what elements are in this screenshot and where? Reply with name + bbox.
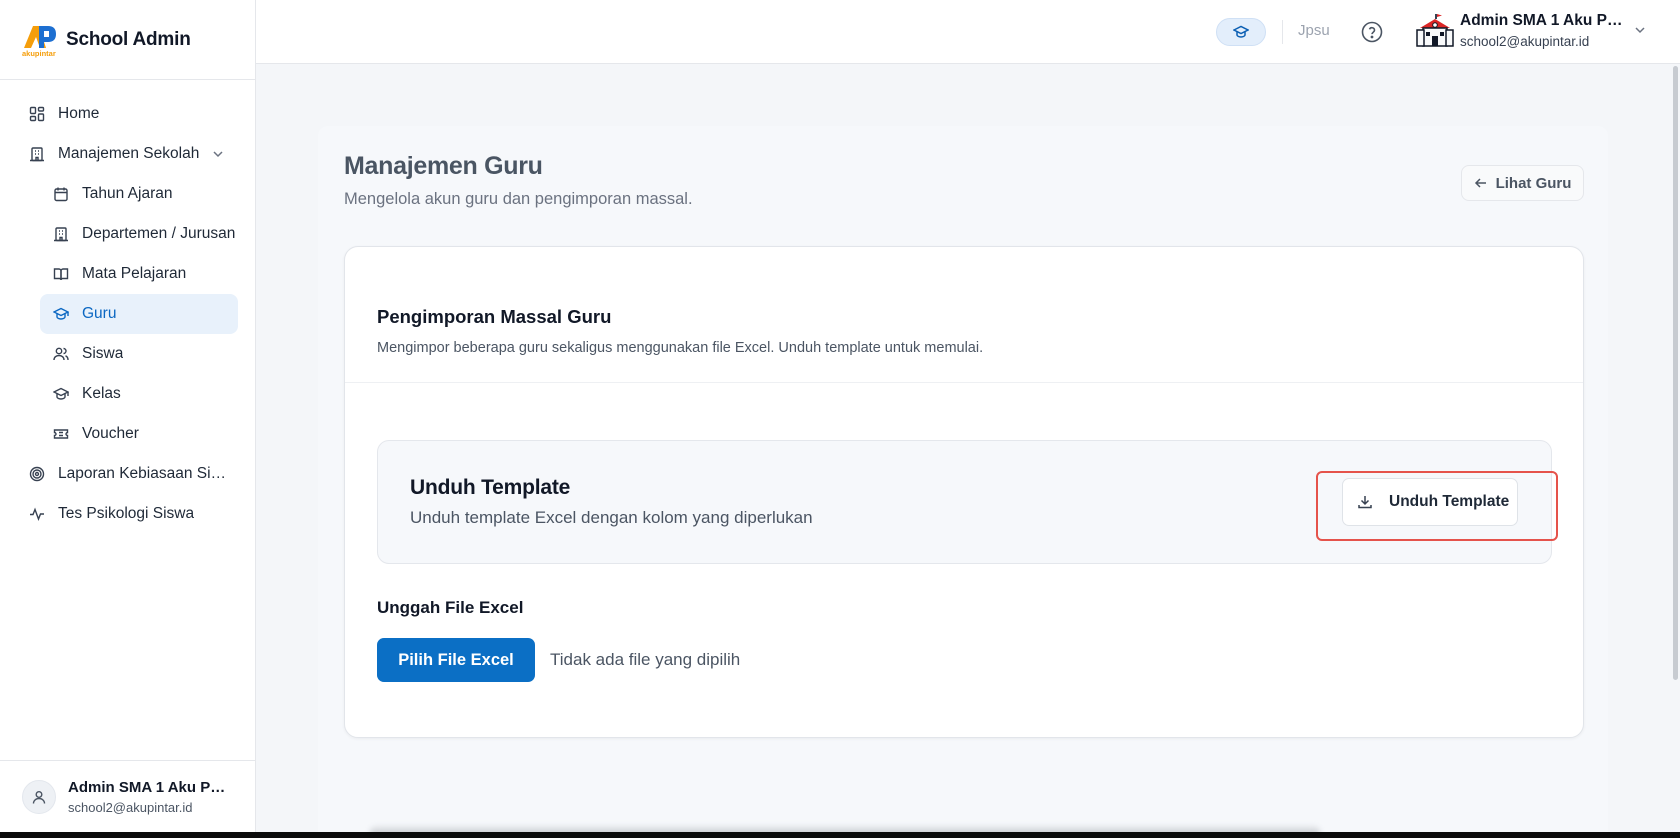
view-teachers-label: Lihat Guru	[1495, 174, 1572, 192]
sidebar-item-guru[interactable]: Guru	[40, 294, 238, 334]
grid-icon	[28, 105, 46, 123]
download-template-label: Unduh Template	[1389, 493, 1510, 510]
sidebar-nav: Home Manajemen Sekolah Tahun Ajaran Depa…	[0, 80, 255, 534]
page-subtitle: Mengelola akun guru dan pengimporan mass…	[344, 190, 693, 208]
sidebar-item-label: Tes Psikologi Siswa	[58, 505, 195, 522]
upload-label: Unggah File Excel	[377, 598, 524, 617]
sidebar-item-laporan-kebiasaan[interactable]: Laporan Kebiasaan Siswa	[16, 454, 239, 494]
app-window: akupintar School Admin Home Manajemen Se…	[0, 0, 1680, 832]
building-icon	[52, 225, 70, 243]
school-building-icon[interactable]	[1416, 12, 1454, 50]
header-user-email: school2@akupintar.id	[1460, 34, 1590, 49]
header-user-name[interactable]: Admin SMA 1 Aku Pintar	[1460, 12, 1624, 30]
sidebar-item-kelas[interactable]: Kelas	[40, 374, 238, 414]
sidebar: akupintar School Admin Home Manajemen Se…	[0, 0, 256, 832]
chevron-down-icon	[211, 147, 225, 161]
page-title: Manajemen Guru	[344, 152, 543, 180]
graduation-cap-icon	[1233, 24, 1249, 40]
sidebar-item-manajemen-sekolah[interactable]: Manajemen Sekolah	[16, 134, 239, 174]
sidebar-user-profile[interactable]: Admin SMA 1 Aku Pintar school2@akupintar…	[0, 760, 255, 832]
view-teachers-button[interactable]: Lihat Guru	[1461, 165, 1584, 201]
org-code: Jpsu	[1298, 22, 1330, 39]
header-divider	[1282, 20, 1283, 44]
sidebar-item-label: Guru	[82, 305, 117, 322]
sidebar-item-label: Departemen / Jurusan	[82, 225, 236, 242]
brand-title: School Admin	[66, 28, 191, 50]
template-title: Unduh Template	[410, 476, 571, 499]
sidebar-item-departemen[interactable]: Departemen / Jurusan	[40, 214, 238, 254]
user-icon	[22, 779, 56, 814]
sidebar-item-label: Mata Pelajaran	[82, 265, 187, 282]
chevron-down-icon[interactable]	[1632, 22, 1648, 43]
card-description: Mengimpor beberapa guru sekaligus menggu…	[377, 340, 984, 356]
scrollbar-thumb[interactable]	[1673, 66, 1678, 680]
download-template-button[interactable]: Unduh Template	[1342, 478, 1518, 526]
template-description: Unduh template Excel dengan kolom yang d…	[410, 508, 813, 527]
sidebar-item-label: Tahun Ajaran	[82, 185, 173, 202]
top-header: Jpsu Admin SMA 1 Aku Pintar school2@akup…	[256, 0, 1680, 64]
graduation-cap-icon	[52, 385, 70, 403]
sidebar-item-label: Home	[58, 105, 100, 122]
card-title: Pengimporan Massal Guru	[377, 306, 612, 327]
role-switch-button[interactable]	[1216, 18, 1266, 46]
sidebar-item-label: Manajemen Sekolah	[58, 145, 200, 162]
calendar-icon	[52, 185, 70, 203]
card-header: Pengimporan Massal Guru Mengimpor bebera…	[345, 247, 1583, 383]
ticket-icon	[52, 425, 70, 443]
activity-icon	[28, 505, 46, 523]
sidebar-item-label: Laporan Kebiasaan Siswa	[58, 465, 228, 482]
sidebar-item-tes-psikologi[interactable]: Tes Psikologi Siswa	[16, 494, 239, 534]
file-status-text: Tidak ada file yang dipilih	[550, 650, 741, 669]
sidebar-item-siswa[interactable]: Siswa	[40, 334, 238, 374]
sidebar-item-home[interactable]: Home	[16, 94, 239, 134]
graduation-cap-icon	[52, 305, 70, 323]
logo-caption: akupintar	[22, 48, 56, 58]
sidebar-item-voucher[interactable]: Voucher	[40, 414, 238, 454]
sidebar-item-label: Kelas	[82, 385, 121, 402]
users-icon	[52, 345, 70, 363]
blurred-overlay-edge	[370, 826, 1320, 832]
akupintar-logo: akupintar	[22, 22, 60, 58]
sidebar-item-tahun-ajaran[interactable]: Tahun Ajaran	[40, 174, 238, 214]
book-icon	[52, 265, 70, 283]
arrow-left-icon	[1474, 176, 1488, 190]
footer-user-name: Admin SMA 1 Aku Pintar	[68, 778, 228, 796]
sidebar-item-label: Siswa	[82, 345, 124, 362]
footer-user-email: school2@akupintar.id	[68, 799, 193, 815]
sidebar-item-mata-pelajaran[interactable]: Mata Pelajaran	[40, 254, 238, 294]
sidebar-item-label: Voucher	[82, 425, 139, 442]
help-circle-icon[interactable]	[1360, 20, 1384, 44]
building-icon	[28, 145, 46, 163]
download-icon	[1357, 494, 1373, 510]
choose-file-button[interactable]: Pilih File Excel	[377, 638, 535, 682]
brand[interactable]: akupintar School Admin	[0, 0, 255, 80]
target-icon	[28, 465, 46, 483]
